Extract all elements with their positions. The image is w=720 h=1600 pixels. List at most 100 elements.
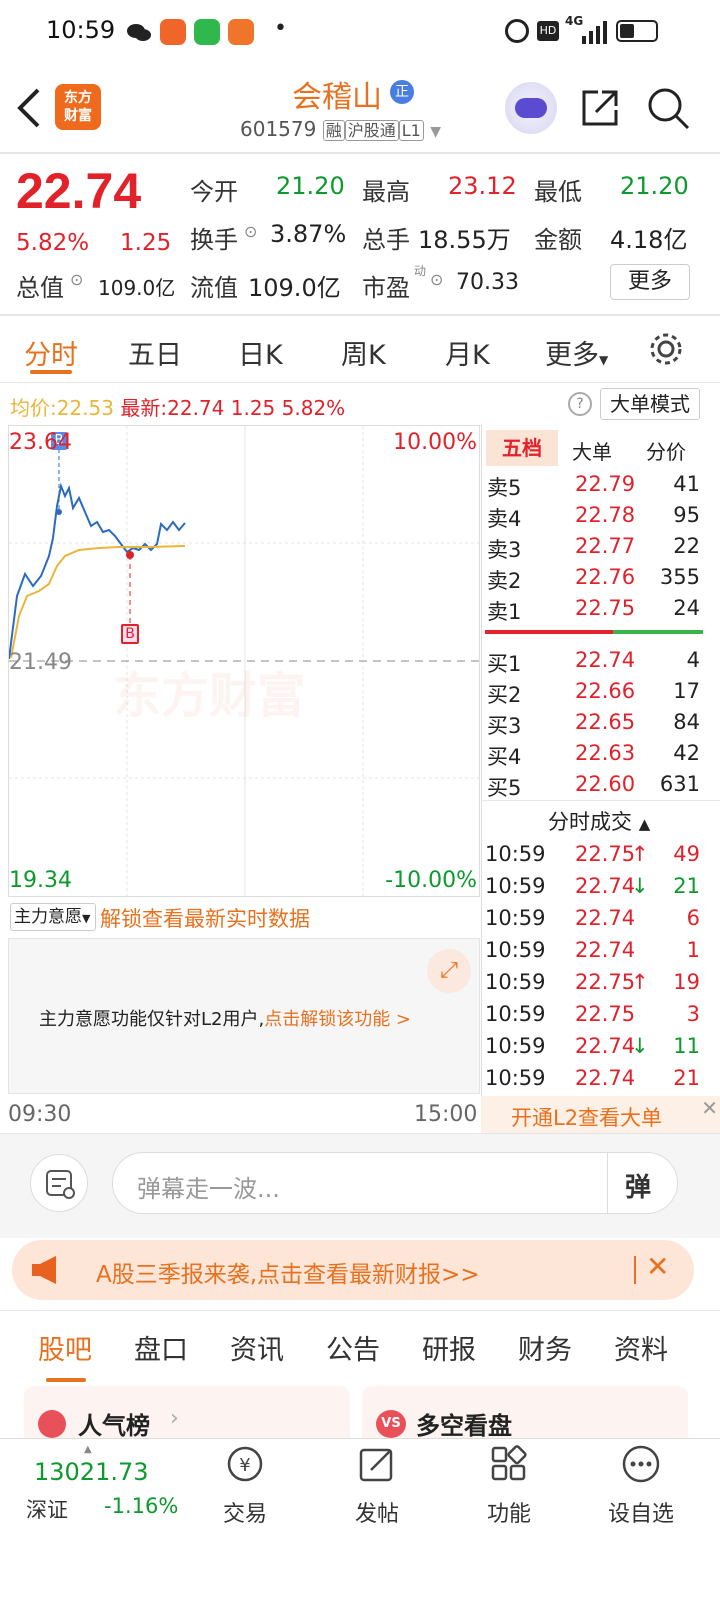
- nav-functions[interactable]: 功能: [464, 1442, 554, 1528]
- edit-icon: [359, 1448, 393, 1482]
- tab-monthly-k[interactable]: 月K: [445, 333, 490, 372]
- app-notification-icon-2: [228, 19, 254, 45]
- section-tab-handicap[interactable]: 盘口: [134, 1328, 188, 1367]
- order-price: 22.65: [575, 710, 636, 734]
- order-volume: 41: [673, 472, 700, 496]
- low-value: 21.20: [620, 172, 689, 200]
- signal-icon: [582, 21, 607, 44]
- megaphone-icon: [32, 1256, 56, 1284]
- status-time: 10:59: [46, 16, 116, 44]
- order-row-ask: 卖4 22.78 95: [481, 501, 720, 532]
- ai-assistant-button[interactable]: [505, 82, 557, 134]
- tab-more[interactable]: 更多▼: [545, 333, 608, 372]
- intraday-chart[interactable]: 东方财富 B B 23.64 21.49 19.34 10.00% -10.00…: [8, 425, 480, 897]
- section-tab-profile[interactable]: 资料: [614, 1328, 668, 1367]
- order-row-bid: 买3 22.65 84: [481, 708, 720, 739]
- indicator-select[interactable]: 主力意愿▼: [10, 903, 96, 931]
- sell-marker[interactable]: B: [121, 624, 139, 644]
- order-label: 卖5: [487, 476, 522, 500]
- close-icon[interactable]: ✕: [646, 1250, 669, 1283]
- bull-bear-card[interactable]: VS 多空看盘: [362, 1386, 688, 1446]
- tab-big-orders[interactable]: 大单: [572, 436, 612, 465]
- svg-text:¥: ¥: [239, 1455, 250, 1476]
- y-axis-top: 23.64: [9, 430, 72, 455]
- info-icon[interactable]: ⊙: [70, 270, 83, 289]
- popularity-card[interactable]: 人气榜 ›: [24, 1386, 350, 1446]
- order-volume: 4: [686, 648, 700, 672]
- index-widget[interactable]: ▲ 13021.73 深证 -1.16%: [20, 1444, 190, 1534]
- order-row-ask: 卖5 22.79 41: [481, 470, 720, 501]
- share-icon[interactable]: [578, 86, 622, 130]
- unlock-link[interactable]: 点击解锁该功能 >: [264, 1009, 411, 1030]
- nav-post[interactable]: 发帖: [332, 1442, 422, 1528]
- section-tab-research[interactable]: 研报: [422, 1328, 476, 1367]
- back-button[interactable]: [14, 86, 46, 130]
- tab-weekly-k[interactable]: 周K: [341, 333, 386, 372]
- info-icon[interactable]: ⊙: [244, 222, 257, 241]
- turnover-value: 3.87%: [270, 220, 347, 248]
- pe-label: 市盈: [362, 274, 410, 302]
- tick-direction-icon: ↓: [631, 874, 649, 898]
- volume-label: 总手: [362, 226, 410, 254]
- nav-add-watchlist[interactable]: 设自选: [596, 1442, 686, 1528]
- hd-icon: HD: [537, 21, 559, 41]
- unlock-text[interactable]: 解锁查看最新实时数据: [100, 903, 310, 933]
- danmaku-placeholder: 弹幕走一波...: [137, 1175, 280, 1203]
- close-icon[interactable]: ✕: [701, 1096, 718, 1120]
- notice-banner[interactable]: A股三季报来袭,点击查看最新财报>> ✕: [12, 1240, 694, 1300]
- tick-row: 10:59 22.75 3: [481, 1000, 720, 1032]
- tick-price: 22.74: [575, 874, 636, 898]
- danmaku-toggle-icon[interactable]: 弹: [625, 1167, 651, 1204]
- settings-gear-icon[interactable]: [648, 331, 684, 367]
- order-price: 22.66: [575, 679, 636, 703]
- tab-price-dist[interactable]: 分价: [646, 436, 686, 465]
- notice-text[interactable]: A股三季报来袭,点击查看最新财报>>: [96, 1255, 480, 1289]
- high-label: 最高: [362, 178, 410, 206]
- section-tab-guba[interactable]: 股吧: [38, 1328, 92, 1367]
- tab-five-day[interactable]: 五日: [128, 333, 182, 372]
- network-type: 4G: [565, 14, 584, 28]
- low-label: 最低: [534, 178, 582, 206]
- tick-time: 10:59: [485, 1066, 546, 1090]
- help-icon[interactable]: ?: [568, 392, 592, 416]
- price-line: [9, 482, 186, 660]
- caret-down-icon: ▼: [82, 912, 91, 925]
- active-tab-indicator: [30, 370, 72, 374]
- tick-volume: 21: [673, 1066, 700, 1090]
- tag-connect: 沪股通: [344, 120, 399, 141]
- danmaku-input[interactable]: 弹幕走一波... 弹: [112, 1152, 678, 1214]
- more-button[interactable]: 更多: [610, 264, 690, 300]
- tab-five-levels[interactable]: 五档: [486, 430, 558, 466]
- tag-margin: 融: [322, 120, 345, 141]
- l2-banner[interactable]: 开通L2查看大单 ✕: [481, 1096, 720, 1134]
- order-volume: 24: [673, 596, 700, 620]
- eastmoney-logo: 东方 财富: [55, 84, 101, 130]
- expand-icon[interactable]: ⤢: [427, 949, 471, 993]
- high-value: 23.12: [448, 172, 517, 200]
- info-icon[interactable]: ⊙: [430, 270, 443, 289]
- danmaku-settings-button[interactable]: [30, 1154, 88, 1212]
- caret-up-icon: ▲: [84, 1444, 92, 1455]
- tab-intraday[interactable]: 分时: [24, 333, 78, 372]
- market-cap-value: 109.0亿: [98, 276, 176, 300]
- nav-trade[interactable]: ¥ 交易: [200, 1442, 290, 1528]
- section-tab-finance[interactable]: 财务: [518, 1328, 572, 1367]
- popularity-title: 人气榜: [78, 1412, 150, 1440]
- float-cap-value: 109.0亿: [248, 274, 341, 302]
- tab-daily-k[interactable]: 日K: [238, 333, 283, 372]
- y-axis-mid: 21.49: [9, 650, 72, 675]
- section-tab-news[interactable]: 资讯: [230, 1328, 284, 1367]
- battery-icon: [616, 20, 658, 42]
- search-icon[interactable]: [646, 86, 690, 130]
- volume-value: 18.55万: [418, 226, 511, 254]
- section-tab-announcements[interactable]: 公告: [326, 1328, 380, 1367]
- order-price: 22.75: [575, 596, 636, 620]
- change-amount: 1.25: [120, 230, 172, 256]
- ticks-title[interactable]: 分时成交 ▲: [548, 806, 650, 836]
- order-price: 22.63: [575, 741, 636, 765]
- order-label: 买5: [487, 776, 522, 800]
- back-arrow-icon: [17, 88, 40, 128]
- l2-banner-text[interactable]: 开通L2查看大单: [511, 1102, 662, 1132]
- order-volume: 631: [659, 772, 700, 796]
- big-order-mode-button[interactable]: 大单模式: [600, 388, 700, 420]
